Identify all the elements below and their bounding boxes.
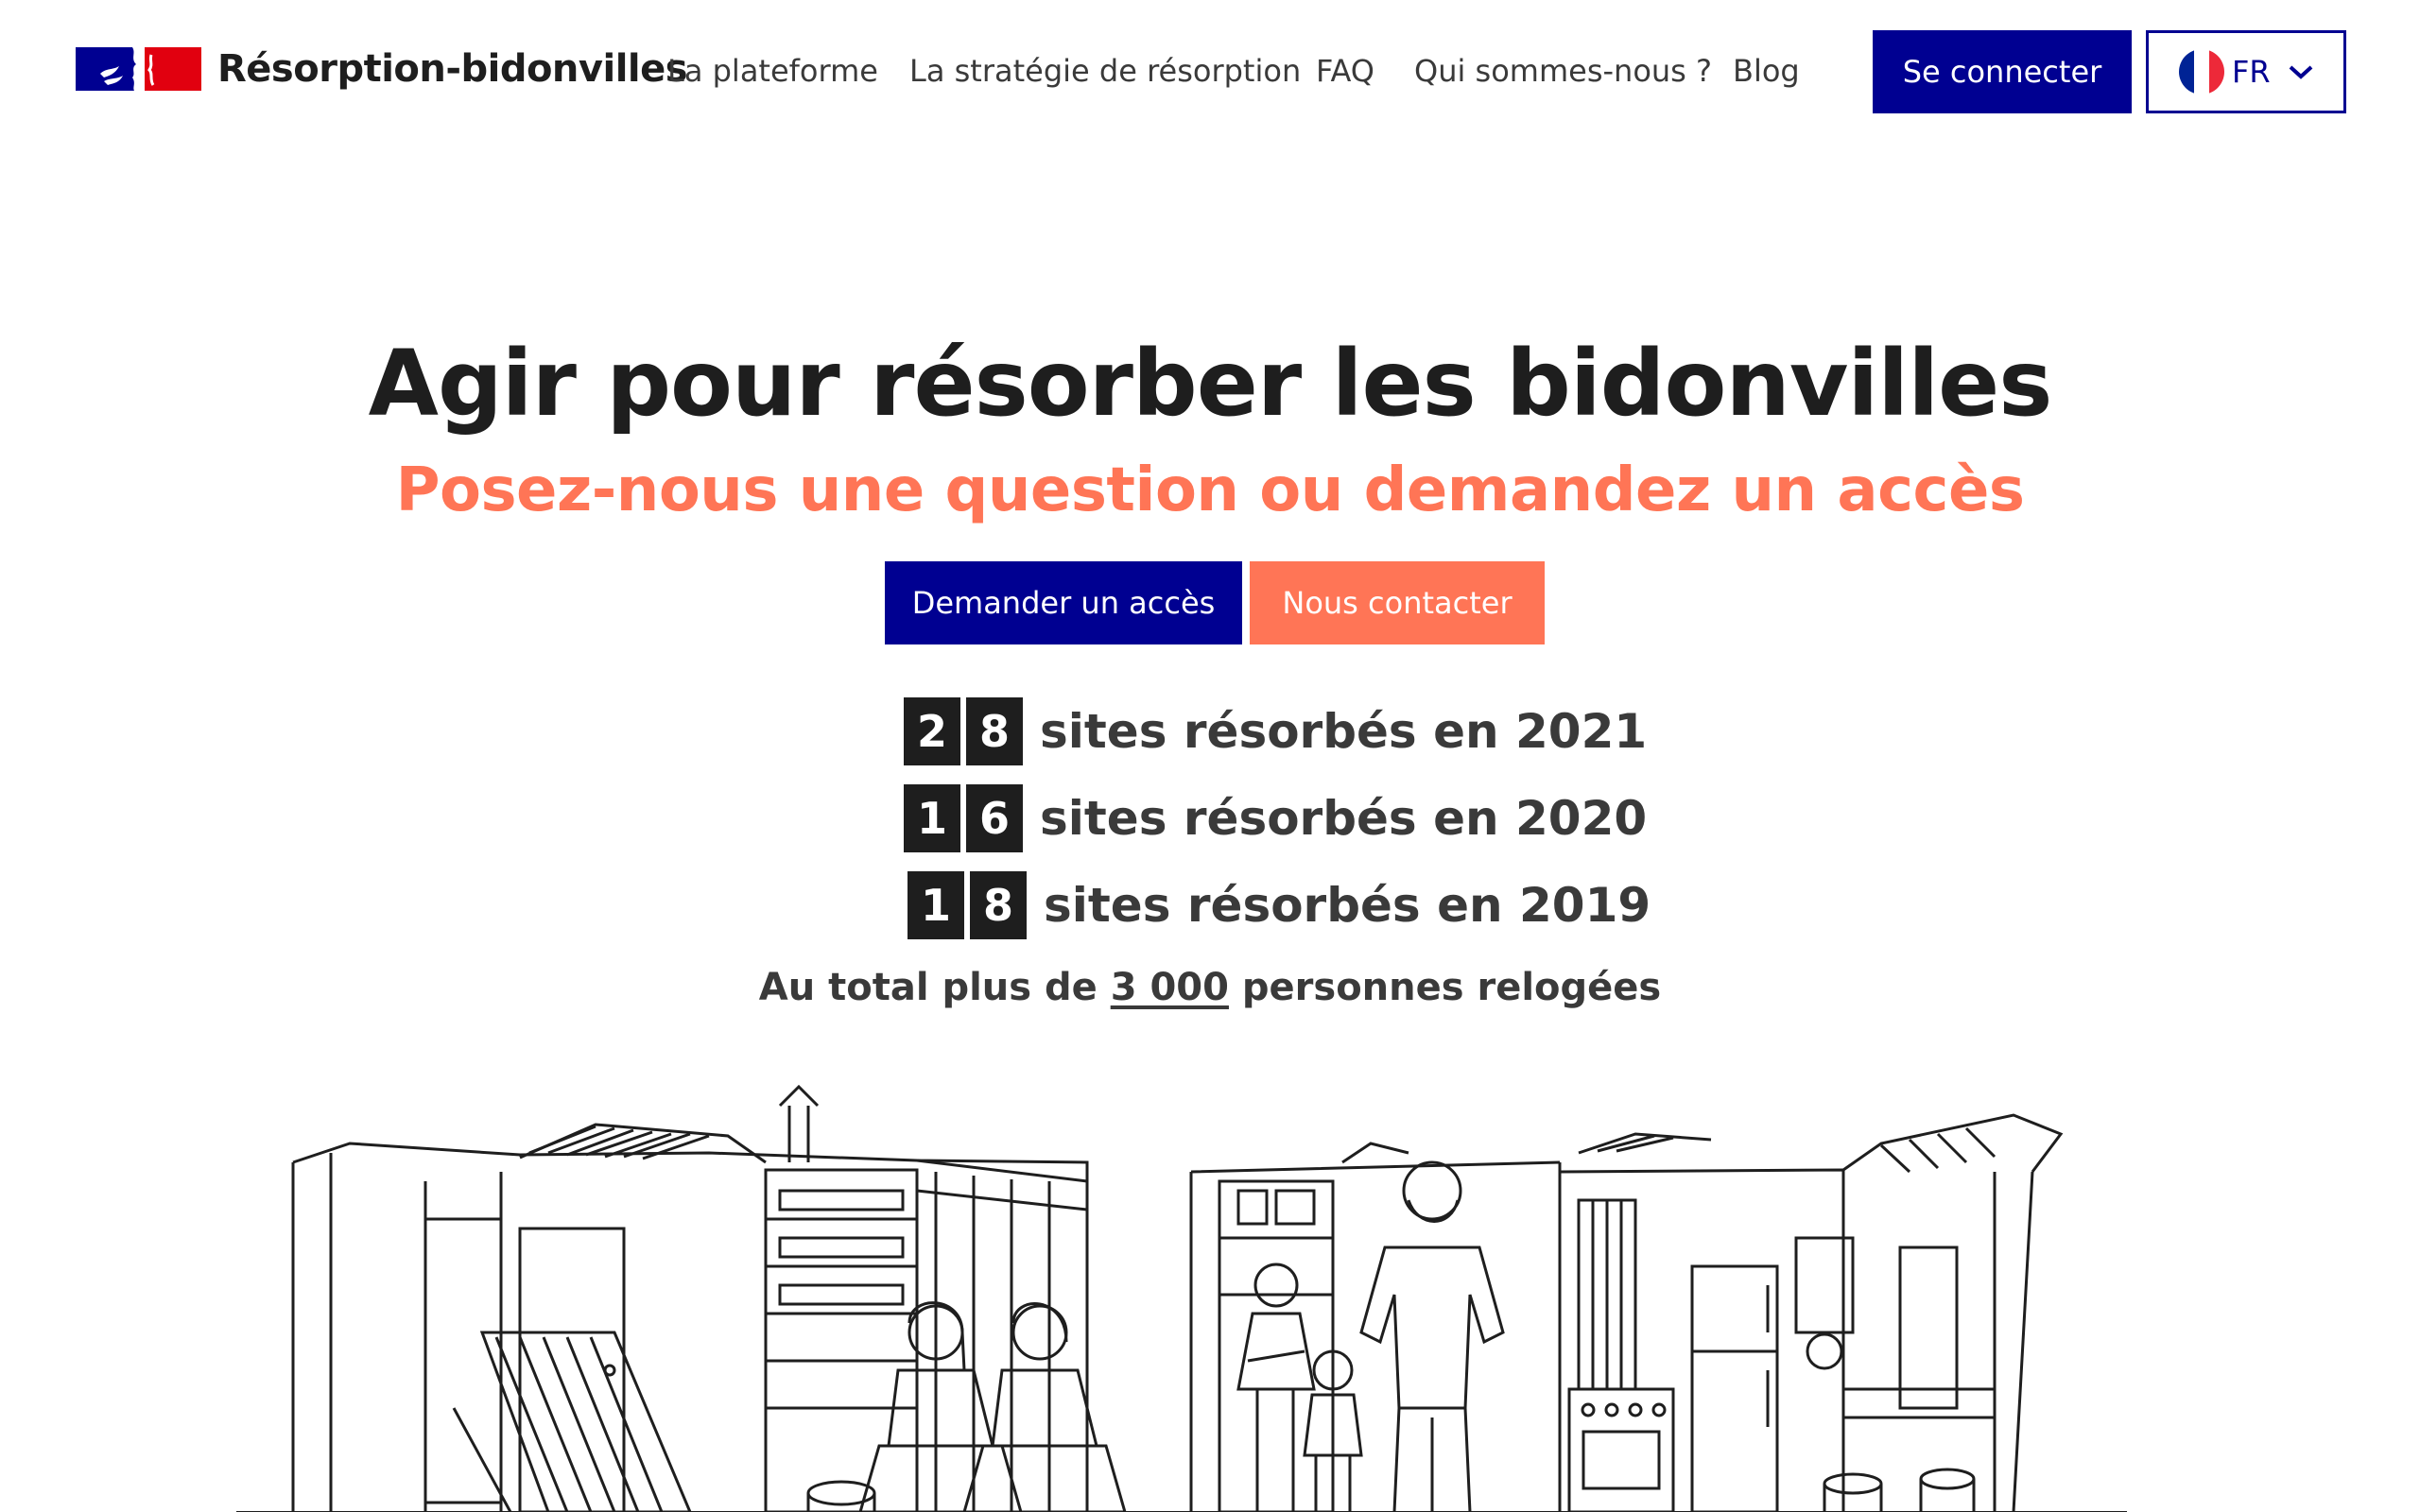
brand-title[interactable]: Résorption-bidonvilles <box>217 47 688 91</box>
shantytown-illustration <box>236 1084 2127 1512</box>
language-selector[interactable]: FR <box>2146 30 2346 113</box>
france-flag-icon <box>2179 49 2224 94</box>
stat-label: sites résorbés en 2019 <box>1044 878 1651 933</box>
login-button[interactable]: Se connecter <box>1873 30 2132 113</box>
stat-label: sites résorbés en 2021 <box>1040 704 1648 759</box>
contact-button[interactable]: Nous contacter <box>1250 561 1545 644</box>
request-access-button[interactable]: Demander un accès <box>885 561 1242 644</box>
stat-digit: 2 <box>904 697 960 765</box>
stat-2020: 1 6 sites résorbés en 2020 <box>904 784 1647 852</box>
stat-2021: 2 8 sites résorbés en 2021 <box>904 697 1647 765</box>
chevron-down-icon <box>2289 65 2312 79</box>
nav-item-plateforme[interactable]: La plateforme <box>667 53 878 89</box>
total-relocated: Au total plus de 3 000 personnes relogée… <box>0 966 2420 1009</box>
nav-item-faq[interactable]: FAQ <box>1316 53 1374 89</box>
marianne-logo-icon[interactable] <box>76 45 201 93</box>
nav-item-blog[interactable]: Blog <box>1733 53 1800 89</box>
stat-digit: 1 <box>908 871 964 939</box>
hero-subtitle: Posez-nous une question ou demandez un a… <box>395 455 2025 525</box>
stat-digit: 6 <box>966 784 1023 852</box>
total-suffix: personnes relogées <box>1228 966 1662 1009</box>
site-header: Résorption-bidonvilles La plateforme La … <box>0 0 2420 142</box>
stat-label: sites résorbés en 2020 <box>1040 791 1648 846</box>
stat-2019: 1 8 sites résorbés en 2019 <box>908 871 1651 939</box>
stat-digit: 8 <box>966 697 1023 765</box>
stat-digit: 8 <box>970 871 1027 939</box>
hero-title: Agir pour résorber les bidonvilles <box>368 331 2053 437</box>
total-prefix: Au total plus de <box>758 966 1111 1009</box>
stat-digit: 1 <box>904 784 960 852</box>
nav-item-qui-sommes-nous[interactable]: Qui sommes-nous ? <box>1414 53 1712 89</box>
nav-item-strategie[interactable]: La stratégie de résorption <box>909 53 1301 89</box>
language-label: FR <box>2232 54 2271 90</box>
total-number-link[interactable]: 3 000 <box>1111 966 1229 1009</box>
